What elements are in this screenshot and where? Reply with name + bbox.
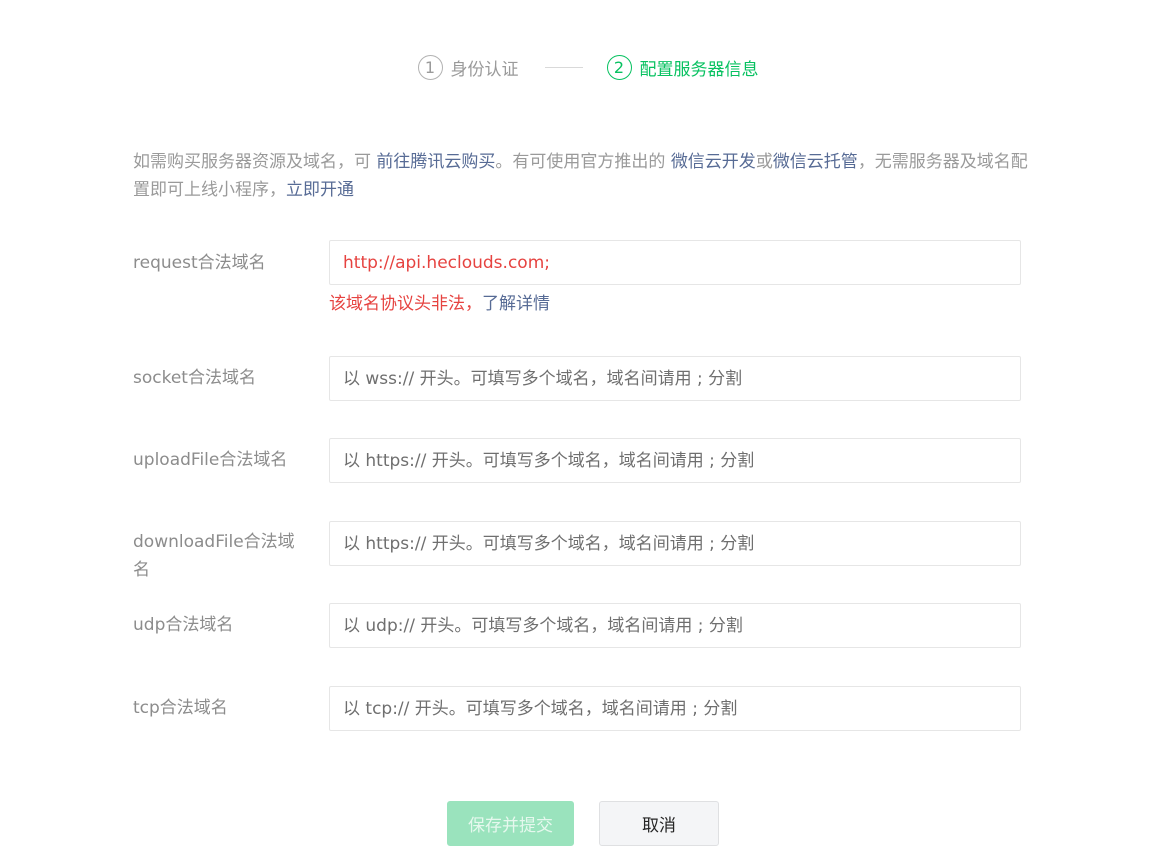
udp-domain-input[interactable] (329, 603, 1021, 648)
uploadfile-domain-input[interactable] (329, 438, 1021, 483)
downloadfile-domain-input[interactable] (329, 521, 1021, 566)
step-indicator: 1 身份认证 2 配置服务器信息 (0, 50, 1176, 84)
tcp-domain-input[interactable] (329, 686, 1021, 731)
downloadfile-domain-label: downloadFile合法域名 (133, 532, 295, 580)
request-domain-input[interactable] (329, 240, 1021, 285)
form-row-uploadfile: uploadFile合法域名 (133, 438, 1021, 483)
uploadfile-domain-label: uploadFile合法域名 (133, 450, 288, 470)
form-row-socket: socket合法域名 (133, 356, 1021, 401)
buy-tencent-cloud-link[interactable]: 前往腾讯云购买 (376, 152, 495, 172)
step-identity: 1 身份认证 (417, 54, 519, 80)
save-submit-button[interactable]: 保存并提交 (447, 801, 574, 846)
tcp-domain-label: tcp合法域名 (133, 698, 228, 718)
request-domain-label: request合法域名 (133, 253, 266, 273)
socket-domain-label: socket合法域名 (133, 368, 256, 388)
step-divider (544, 66, 583, 68)
step-label-server-config: 配置服务器信息 (639, 59, 759, 80)
udp-domain-label: udp合法域名 (133, 615, 234, 635)
wechat-cloud-dev-link[interactable]: 微信云开发 (671, 152, 756, 172)
intro-text-part: 或 (755, 152, 773, 172)
step-label-identity: 身份认证 (450, 59, 519, 80)
server-config-page: 1 身份认证 2 配置服务器信息 如需购买服务器资源及域名，可 前往腾讯云购买。… (0, 0, 1176, 868)
learn-more-link[interactable]: 了解详情 (482, 294, 550, 314)
request-domain-error: 该域名协议头非法，了解详情 (329, 292, 550, 316)
wechat-cloud-hosting-link[interactable]: 微信云托管 (773, 152, 858, 172)
form-row-udp: udp合法域名 (133, 603, 1021, 648)
step-server-config: 2 配置服务器信息 (606, 54, 759, 80)
step-number-1: 1 (417, 54, 443, 80)
form-row-tcp: tcp合法域名 (133, 686, 1021, 731)
intro-text: 如需购买服务器资源及域名，可 前往腾讯云购买。有可使用官方推出的 微信云开发或微… (133, 148, 1033, 204)
step-number-2: 2 (606, 54, 632, 80)
form-row-downloadfile: downloadFile合法域名 (133, 521, 1021, 583)
cancel-button[interactable]: 取消 (599, 801, 719, 846)
intro-text-part: 。有可使用官方推出的 (495, 152, 671, 172)
form-row-request: request合法域名 该域名协议头非法，了解详情 (133, 240, 1021, 320)
error-text: 该域名协议头非法， (329, 294, 482, 314)
activate-now-link[interactable]: 立即开通 (286, 180, 354, 200)
socket-domain-input[interactable] (329, 356, 1021, 401)
intro-text-part: 如需购买服务器资源及域名，可 (133, 152, 377, 172)
